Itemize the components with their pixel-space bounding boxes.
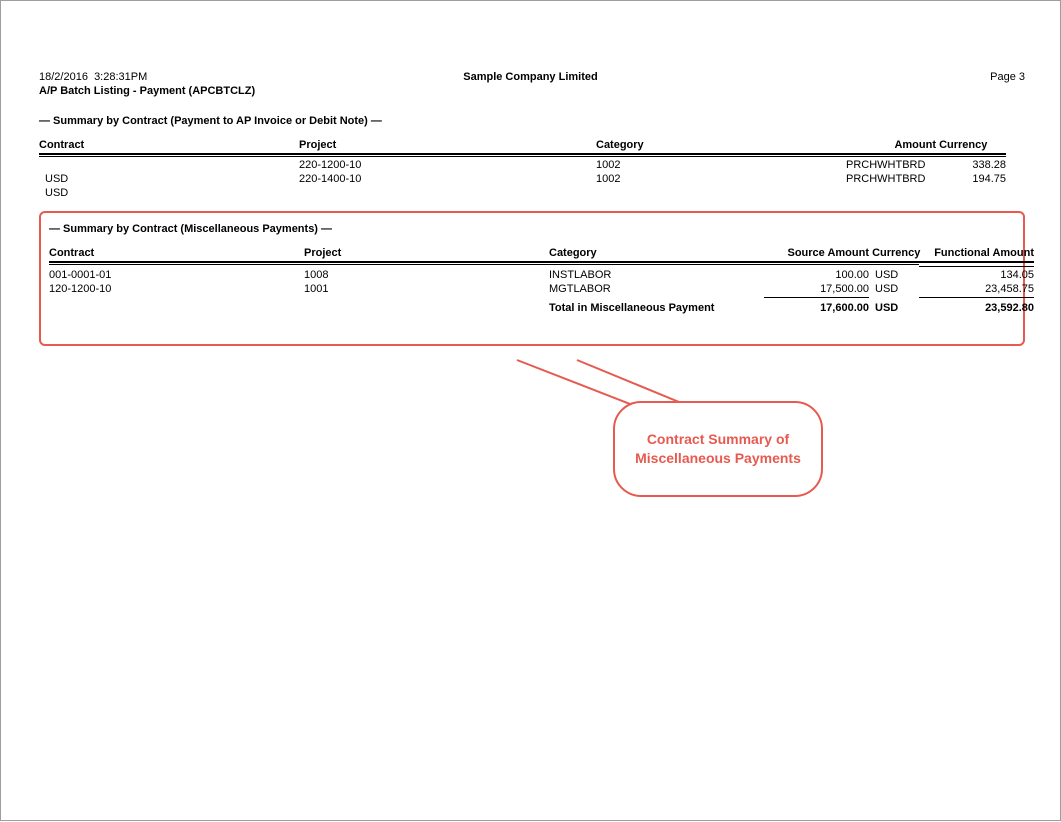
col-currency: Currency: [936, 137, 1006, 155]
table-cell: 220-1400-10: [299, 171, 596, 185]
table-cell: 23,458.75: [919, 281, 1034, 295]
highlight-box: — Summary by Contract (Miscellaneous Pay…: [39, 211, 1025, 346]
col-amount: Amount: [846, 137, 936, 155]
table-cell: MGTLABOR: [549, 281, 764, 295]
table-cell: 338.28: [936, 157, 1006, 171]
report-header-row: 18/2/2016 3:28:31PM Sample Company Limit…: [39, 71, 1025, 83]
section1-title: — Summary by Contract (Payment to AP Inv…: [39, 115, 1025, 127]
table-cell: USD: [869, 281, 919, 295]
table-cell: 100.00: [764, 267, 869, 281]
table-cell: PRCHWHTBRD: [846, 157, 936, 171]
table-cell: 194.75: [936, 171, 1006, 185]
table-cell: 134.05: [919, 267, 1034, 281]
table-cell: USD: [869, 267, 919, 281]
col-category: Category: [549, 245, 764, 263]
report-time: 3:28:31PM: [94, 71, 147, 83]
section2-title: — Summary by Contract (Miscellaneous Pay…: [49, 223, 1007, 235]
table-cell: 001-0001-01: [49, 267, 304, 281]
table-cell: USD: [39, 171, 299, 185]
total-currency: USD: [869, 298, 919, 314]
section2-table: Contract Project Category Source Amount …: [49, 245, 1007, 314]
table-cell: PRCHWHTBRD: [846, 171, 936, 185]
col-currency: Currency: [869, 245, 919, 263]
callout-text: Contract Summary of Miscellaneous Paymen…: [627, 430, 809, 468]
col-src-amount: Source Amount: [764, 245, 869, 263]
col-category: Category: [596, 137, 846, 155]
col-func-amount: Functional Amount: [919, 245, 1034, 263]
table-cell: INSTLABOR: [549, 267, 764, 281]
col-project: Project: [304, 245, 549, 263]
report-datetime: 18/2/2016 3:28:31PM: [39, 71, 147, 83]
col-contract: Contract: [49, 245, 304, 263]
company-name: Sample Company Limited: [1, 71, 1060, 83]
report-subtitle: A/P Batch Listing - Payment (APCBTCLZ): [39, 85, 1025, 97]
table-cell: 1001: [304, 281, 549, 295]
total-func-amount: 23,592.80: [919, 298, 1034, 314]
total-label: Total in Miscellaneous Payment: [549, 298, 764, 314]
table-cell: 17,500.00: [764, 281, 869, 295]
report-date: 18/2/2016: [39, 71, 88, 83]
table-cell: 1008: [304, 267, 549, 281]
col-contract: Contract: [39, 137, 299, 155]
callout-bubble: Contract Summary of Miscellaneous Paymen…: [613, 401, 823, 497]
table-cell: 120-1200-10: [49, 281, 304, 295]
table-cell: 220-1200-10: [299, 157, 596, 171]
total-src-amount: 17,600.00: [764, 298, 869, 314]
table-cell: USD: [39, 185, 299, 199]
report-page: 18/2/2016 3:28:31PM Sample Company Limit…: [0, 0, 1061, 821]
col-project: Project: [299, 137, 596, 155]
section1-table: Contract Project Category Amount Currenc…: [39, 137, 1025, 199]
table-cell: 1002: [596, 171, 846, 185]
table-cell: 1002: [596, 157, 846, 171]
page-number: Page 3: [990, 71, 1025, 83]
